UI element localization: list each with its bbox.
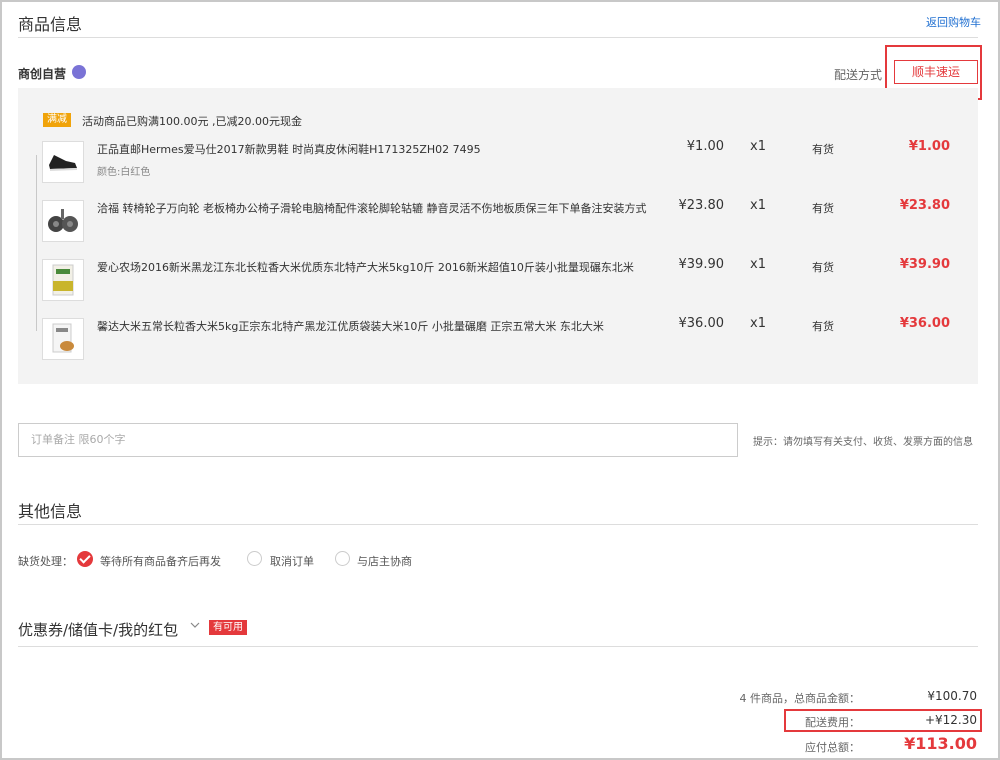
item-qty: x1	[750, 257, 766, 272]
item-name[interactable]: 馨达大米五常长粒香大米5kg正宗东北特产黑龙江优质袋装大米10斤 小批量碾磨 正…	[97, 318, 604, 334]
section-title-other: 其他信息	[18, 502, 83, 521]
stockout-label: 缺货处理：	[18, 555, 73, 568]
rice-bag-icon[interactable]	[42, 318, 84, 360]
item-price: ¥36.00	[678, 316, 725, 331]
store-name: 商创自营	[18, 67, 67, 81]
item-qty: x1	[750, 139, 766, 154]
goods-total-label: 4 件商品，总商品金额：	[739, 692, 861, 705]
item-qty: x1	[750, 316, 766, 331]
item-subtotal: ¥39.90	[899, 257, 950, 272]
goods-total-value: ¥100.70	[927, 689, 977, 703]
divider	[18, 646, 978, 647]
back-to-cart-link[interactable]: 返回购物车	[926, 14, 981, 30]
shipping-fee-value: +¥12.30	[924, 713, 977, 727]
item-stock: 有货	[812, 320, 834, 333]
coupon-available-badge: 有可用	[209, 620, 247, 635]
item-price: ¥23.80	[678, 198, 725, 213]
item-stock: 有货	[812, 202, 834, 215]
item-name[interactable]: 正品直邮Hermes爱马仕2017新款男鞋 时尚真皮休闲鞋H171325ZH02…	[97, 141, 481, 157]
list-item: 馨达大米五常长粒香大米5kg正宗东北特产黑龙江优质袋装大米10斤 小批量碾磨 正…	[42, 316, 978, 362]
item-stock: 有货	[812, 261, 834, 274]
divider	[18, 524, 978, 525]
coupon-title[interactable]: 优惠券/储值卡/我的红包	[18, 619, 178, 640]
promo-text: 活动商品已购满100.00元 ,已减20.00元现金	[82, 115, 302, 128]
chevron-down-icon[interactable]	[189, 616, 201, 628]
list-item: 爱心农场2016新米黑龙江东北长粒香大米优质东北特产大米5kg10斤 2016新…	[42, 257, 978, 303]
rice-bag-icon[interactable]	[42, 259, 84, 301]
order-remark-input[interactable]: 订单备注 限60个字	[18, 423, 738, 457]
caster-wheel-icon[interactable]	[42, 200, 84, 242]
total-label: 应付总额：	[805, 741, 860, 754]
item-name[interactable]: 爱心农场2016新米黑龙江东北长粒香大米优质东北特产大米5kg10斤 2016新…	[97, 259, 634, 275]
section-title-goods: 商品信息	[18, 15, 83, 34]
item-stock: 有货	[812, 143, 834, 156]
remark-tip: 提示：请勿填写有关支付、收货、发票方面的信息	[753, 437, 973, 448]
item-qty: x1	[750, 198, 766, 213]
radio-cancel-order[interactable]	[247, 551, 262, 566]
list-item: 洽福 转椅轮子万向轮 老板椅办公椅子滑轮电脑椅配件滚轮脚轮轱辘 静音灵活不伤地板…	[42, 198, 978, 244]
item-price: ¥1.00	[686, 139, 724, 154]
shipping-method-label: 配送方式	[834, 68, 883, 82]
radio-wait-all[interactable]	[77, 551, 93, 567]
item-subtotal: ¥23.80	[899, 198, 950, 213]
item-price: ¥39.90	[678, 257, 725, 272]
bundle-connector-line	[36, 155, 37, 331]
shipping-fee-label: 配送费用：	[805, 716, 860, 729]
total-value: ¥113.00	[904, 734, 977, 753]
radio-label-cancel-order[interactable]: 取消订单	[270, 553, 314, 569]
radio-label-negotiate[interactable]: 与店主协商	[357, 553, 412, 569]
item-color: 颜色:白红色	[97, 167, 151, 178]
shipping-option-button[interactable]: 顺丰速运	[894, 60, 978, 84]
item-subtotal: ¥1.00	[908, 139, 950, 154]
divider	[18, 37, 978, 38]
promo-tag: 满减	[43, 113, 71, 127]
list-item: 正品直邮Hermes爱马仕2017新款男鞋 时尚真皮休闲鞋H171325ZH02…	[42, 139, 978, 185]
radio-negotiate[interactable]	[335, 551, 350, 566]
item-subtotal: ¥36.00	[899, 316, 950, 331]
shoe-icon[interactable]	[42, 141, 84, 183]
store-service-icon[interactable]	[72, 65, 86, 79]
radio-label-wait-all[interactable]: 等待所有商品备齐后再发	[100, 553, 221, 569]
item-name[interactable]: 洽福 转椅轮子万向轮 老板椅办公椅子滑轮电脑椅配件滚轮脚轮轱辘 静音灵活不伤地板…	[97, 200, 647, 216]
